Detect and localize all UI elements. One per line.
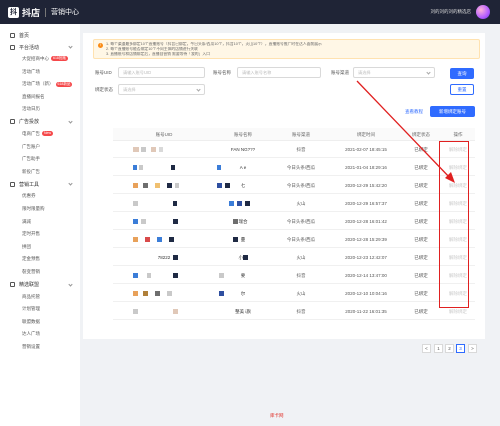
annotation-arrow	[356, 80, 455, 183]
footer-watermark: 库卡网	[270, 413, 284, 418]
arrow-line	[356, 80, 453, 181]
